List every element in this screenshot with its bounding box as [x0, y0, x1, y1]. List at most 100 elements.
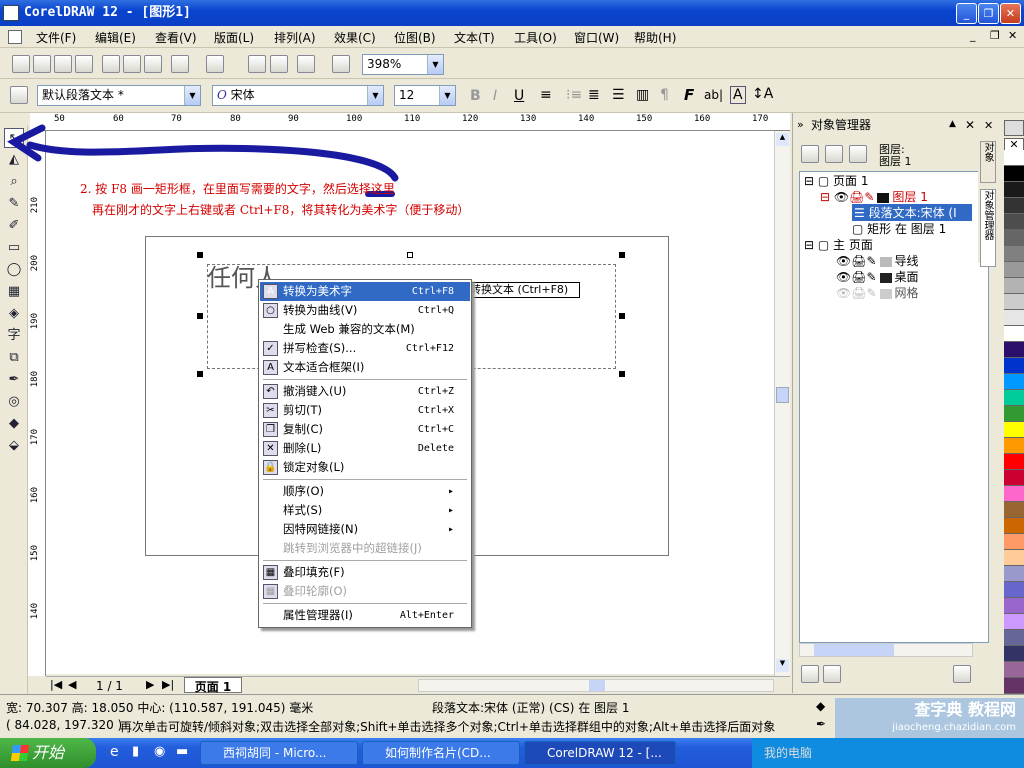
color-swatch[interactable]: [1004, 566, 1024, 582]
app-launcher-icon[interactable]: [297, 55, 315, 73]
color-swatch[interactable]: [1004, 358, 1024, 374]
last-page-icon[interactable]: ▶|: [162, 678, 174, 691]
menu-arrange[interactable]: 排列(A): [274, 29, 316, 46]
show-properties-icon[interactable]: [801, 145, 819, 163]
basic-shapes-icon[interactable]: ◈: [4, 304, 24, 324]
doc-close-button[interactable]: ✕: [1008, 29, 1017, 42]
redo-icon[interactable]: [206, 55, 224, 73]
scroll-thumb[interactable]: [814, 644, 894, 656]
color-swatch[interactable]: [1004, 390, 1024, 406]
outline-tool-icon[interactable]: ◎: [4, 392, 24, 412]
close-button[interactable]: ✕: [1000, 3, 1021, 24]
task-coreldraw[interactable]: CorelDRAW 12 - [...: [524, 741, 676, 765]
menu-item-internet-link[interactable]: 因特网链接(N) ▸: [260, 520, 470, 539]
menu-effects[interactable]: 效果(C): [334, 29, 376, 46]
task-document[interactable]: 如何制作名片(CD...: [362, 741, 520, 765]
layer-manager-view-icon[interactable]: [849, 145, 867, 163]
tree-item-grid[interactable]: 👁🖨✎ 网格: [836, 284, 919, 301]
scroll-down-icon[interactable]: ▼: [776, 659, 789, 672]
media-icon[interactable]: ◉: [154, 744, 165, 759]
scroll-up-icon[interactable]: ▲: [776, 133, 789, 146]
ellipse-tool-icon[interactable]: ◯: [4, 260, 24, 280]
selection-handle[interactable]: [197, 252, 203, 258]
paste-icon[interactable]: [144, 55, 162, 73]
color-swatch[interactable]: [1004, 342, 1024, 358]
menu-item-jump-to-hyperlink[interactable]: 跳转到浏览器中的超链接(J): [260, 539, 470, 558]
color-swatch[interactable]: [1004, 182, 1024, 198]
open-icon[interactable]: [33, 55, 51, 73]
panel-close-icon[interactable]: ✕: [965, 118, 975, 132]
menu-item-delete[interactable]: ✕ 删除(L) Delete: [260, 439, 470, 458]
align-icon[interactable]: ≡: [540, 87, 552, 103]
paragraph-style-select[interactable]: 默认段落文本 * ▼: [37, 85, 201, 106]
eye-icon[interactable]: 👁: [834, 190, 849, 204]
task-browser[interactable]: 西祠胡同 - Micro...: [200, 741, 358, 765]
corel-online-icon[interactable]: [332, 55, 350, 73]
color-swatch[interactable]: [1004, 470, 1024, 486]
bullet-icon[interactable]: ⁝≡: [566, 87, 582, 103]
menu-item-overprint-fill[interactable]: ▦ 叠印填充(F): [260, 563, 470, 582]
color-swatch[interactable]: [1004, 166, 1024, 182]
cut-icon[interactable]: [102, 55, 120, 73]
color-swatch[interactable]: [1004, 310, 1024, 326]
vertical-scrollbar[interactable]: ▲ ▼: [774, 131, 790, 676]
desktop-icon[interactable]: ▮: [132, 744, 139, 759]
menu-item-lock-object[interactable]: 🔒 锁定对象(L): [260, 458, 470, 477]
color-swatch[interactable]: [1004, 374, 1024, 390]
color-swatch[interactable]: [1004, 486, 1024, 502]
new-icon[interactable]: [12, 55, 30, 73]
tree-item-layer-1[interactable]: ⊟ 👁🖨✎ 图层 1: [820, 188, 928, 205]
menu-bitmaps[interactable]: 位图(B): [394, 29, 436, 46]
horizontal-text-icon[interactable]: A: [730, 86, 746, 104]
new-layer-icon[interactable]: [801, 665, 819, 683]
color-swatch[interactable]: [1004, 150, 1024, 166]
app-icon[interactable]: [3, 5, 19, 21]
smart-draw-icon[interactable]: ✐: [4, 216, 24, 236]
color-swatch[interactable]: [1004, 406, 1024, 422]
color-swatch[interactable]: [1004, 422, 1024, 438]
menu-help[interactable]: 帮助(H): [634, 29, 676, 46]
italic-icon[interactable]: I: [493, 88, 497, 104]
maximize-button[interactable]: ❐: [978, 3, 999, 24]
color-swatch[interactable]: [1004, 614, 1024, 630]
tree-item-rectangle[interactable]: ▢ 矩形 在 图层 1: [852, 220, 946, 237]
first-page-icon[interactable]: |◀: [50, 678, 62, 691]
color-swatch[interactable]: [1004, 294, 1024, 310]
menu-item-undo[interactable]: ↶ 撤消键入(U) Ctrl+Z: [260, 382, 470, 401]
menu-item-fit-text-to-frame[interactable]: A 文本适合框架(I): [260, 358, 470, 377]
menu-item-order[interactable]: 顺序(O) ▸: [260, 482, 470, 501]
tree-item-page-1[interactable]: ⊟ ▢ 页面 1: [804, 172, 868, 189]
menu-item-spell-check[interactable]: ✓ 拼写检查(S)... Ctrl+F12: [260, 339, 470, 358]
copy-icon[interactable]: [123, 55, 141, 73]
tab-page-1[interactable]: 页面 1: [184, 677, 242, 694]
menu-item-styles[interactable]: 样式(S) ▸: [260, 501, 470, 520]
color-swatch[interactable]: [1004, 246, 1024, 262]
fill-tool-icon[interactable]: ◆: [4, 414, 24, 434]
panel-hscrollbar[interactable]: [799, 643, 973, 657]
menu-item-copy[interactable]: ❐ 复制(C) Ctrl+C: [260, 420, 470, 439]
export-icon[interactable]: [270, 55, 288, 73]
menu-edit[interactable]: 编辑(E): [95, 29, 136, 46]
menu-text[interactable]: 文本(T): [454, 29, 495, 46]
tree-item-master-page[interactable]: ⊟ ▢ 主 页面: [804, 236, 873, 253]
selection-handle[interactable]: [197, 371, 203, 377]
trash-icon[interactable]: [953, 665, 971, 683]
document-icon[interactable]: [8, 30, 22, 44]
color-swatch[interactable]: [1004, 198, 1024, 214]
format-text-icon[interactable]: F: [684, 86, 694, 104]
color-swatch[interactable]: [1004, 630, 1024, 646]
panel-collapse-icon[interactable]: ▲: [949, 119, 956, 129]
color-swatch[interactable]: [1004, 230, 1024, 246]
minimize-button[interactable]: _: [956, 3, 977, 24]
color-swatch[interactable]: [1004, 326, 1024, 342]
menu-view[interactable]: 查看(V): [155, 29, 197, 46]
text-tool-icon[interactable]: 字: [4, 326, 24, 346]
next-page-icon[interactable]: ▶: [146, 678, 154, 691]
ie-icon[interactable]: e: [110, 744, 119, 760]
color-swatch[interactable]: [1004, 678, 1024, 694]
selection-handle[interactable]: [407, 252, 413, 258]
selection-handle[interactable]: [619, 252, 625, 258]
color-swatch[interactable]: [1004, 518, 1024, 534]
eyedropper-icon[interactable]: ✒: [4, 370, 24, 390]
menu-item-overprint-outline[interactable]: ▦ 叠印轮廓(O): [260, 582, 470, 601]
